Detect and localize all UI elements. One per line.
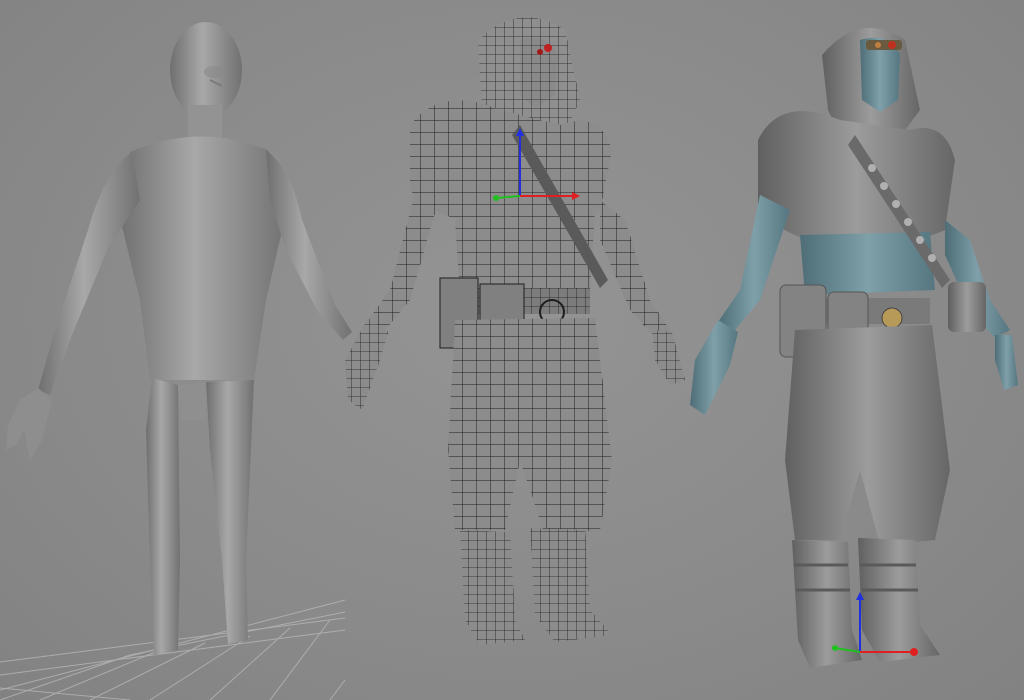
wireframe-mesh-model[interactable] bbox=[345, 17, 685, 645]
textured-render-model[interactable] bbox=[690, 27, 1018, 668]
viewport-canvas[interactable] bbox=[0, 0, 1024, 700]
3d-viewport[interactable] bbox=[0, 0, 1024, 700]
base-mesh-model[interactable] bbox=[6, 22, 352, 656]
